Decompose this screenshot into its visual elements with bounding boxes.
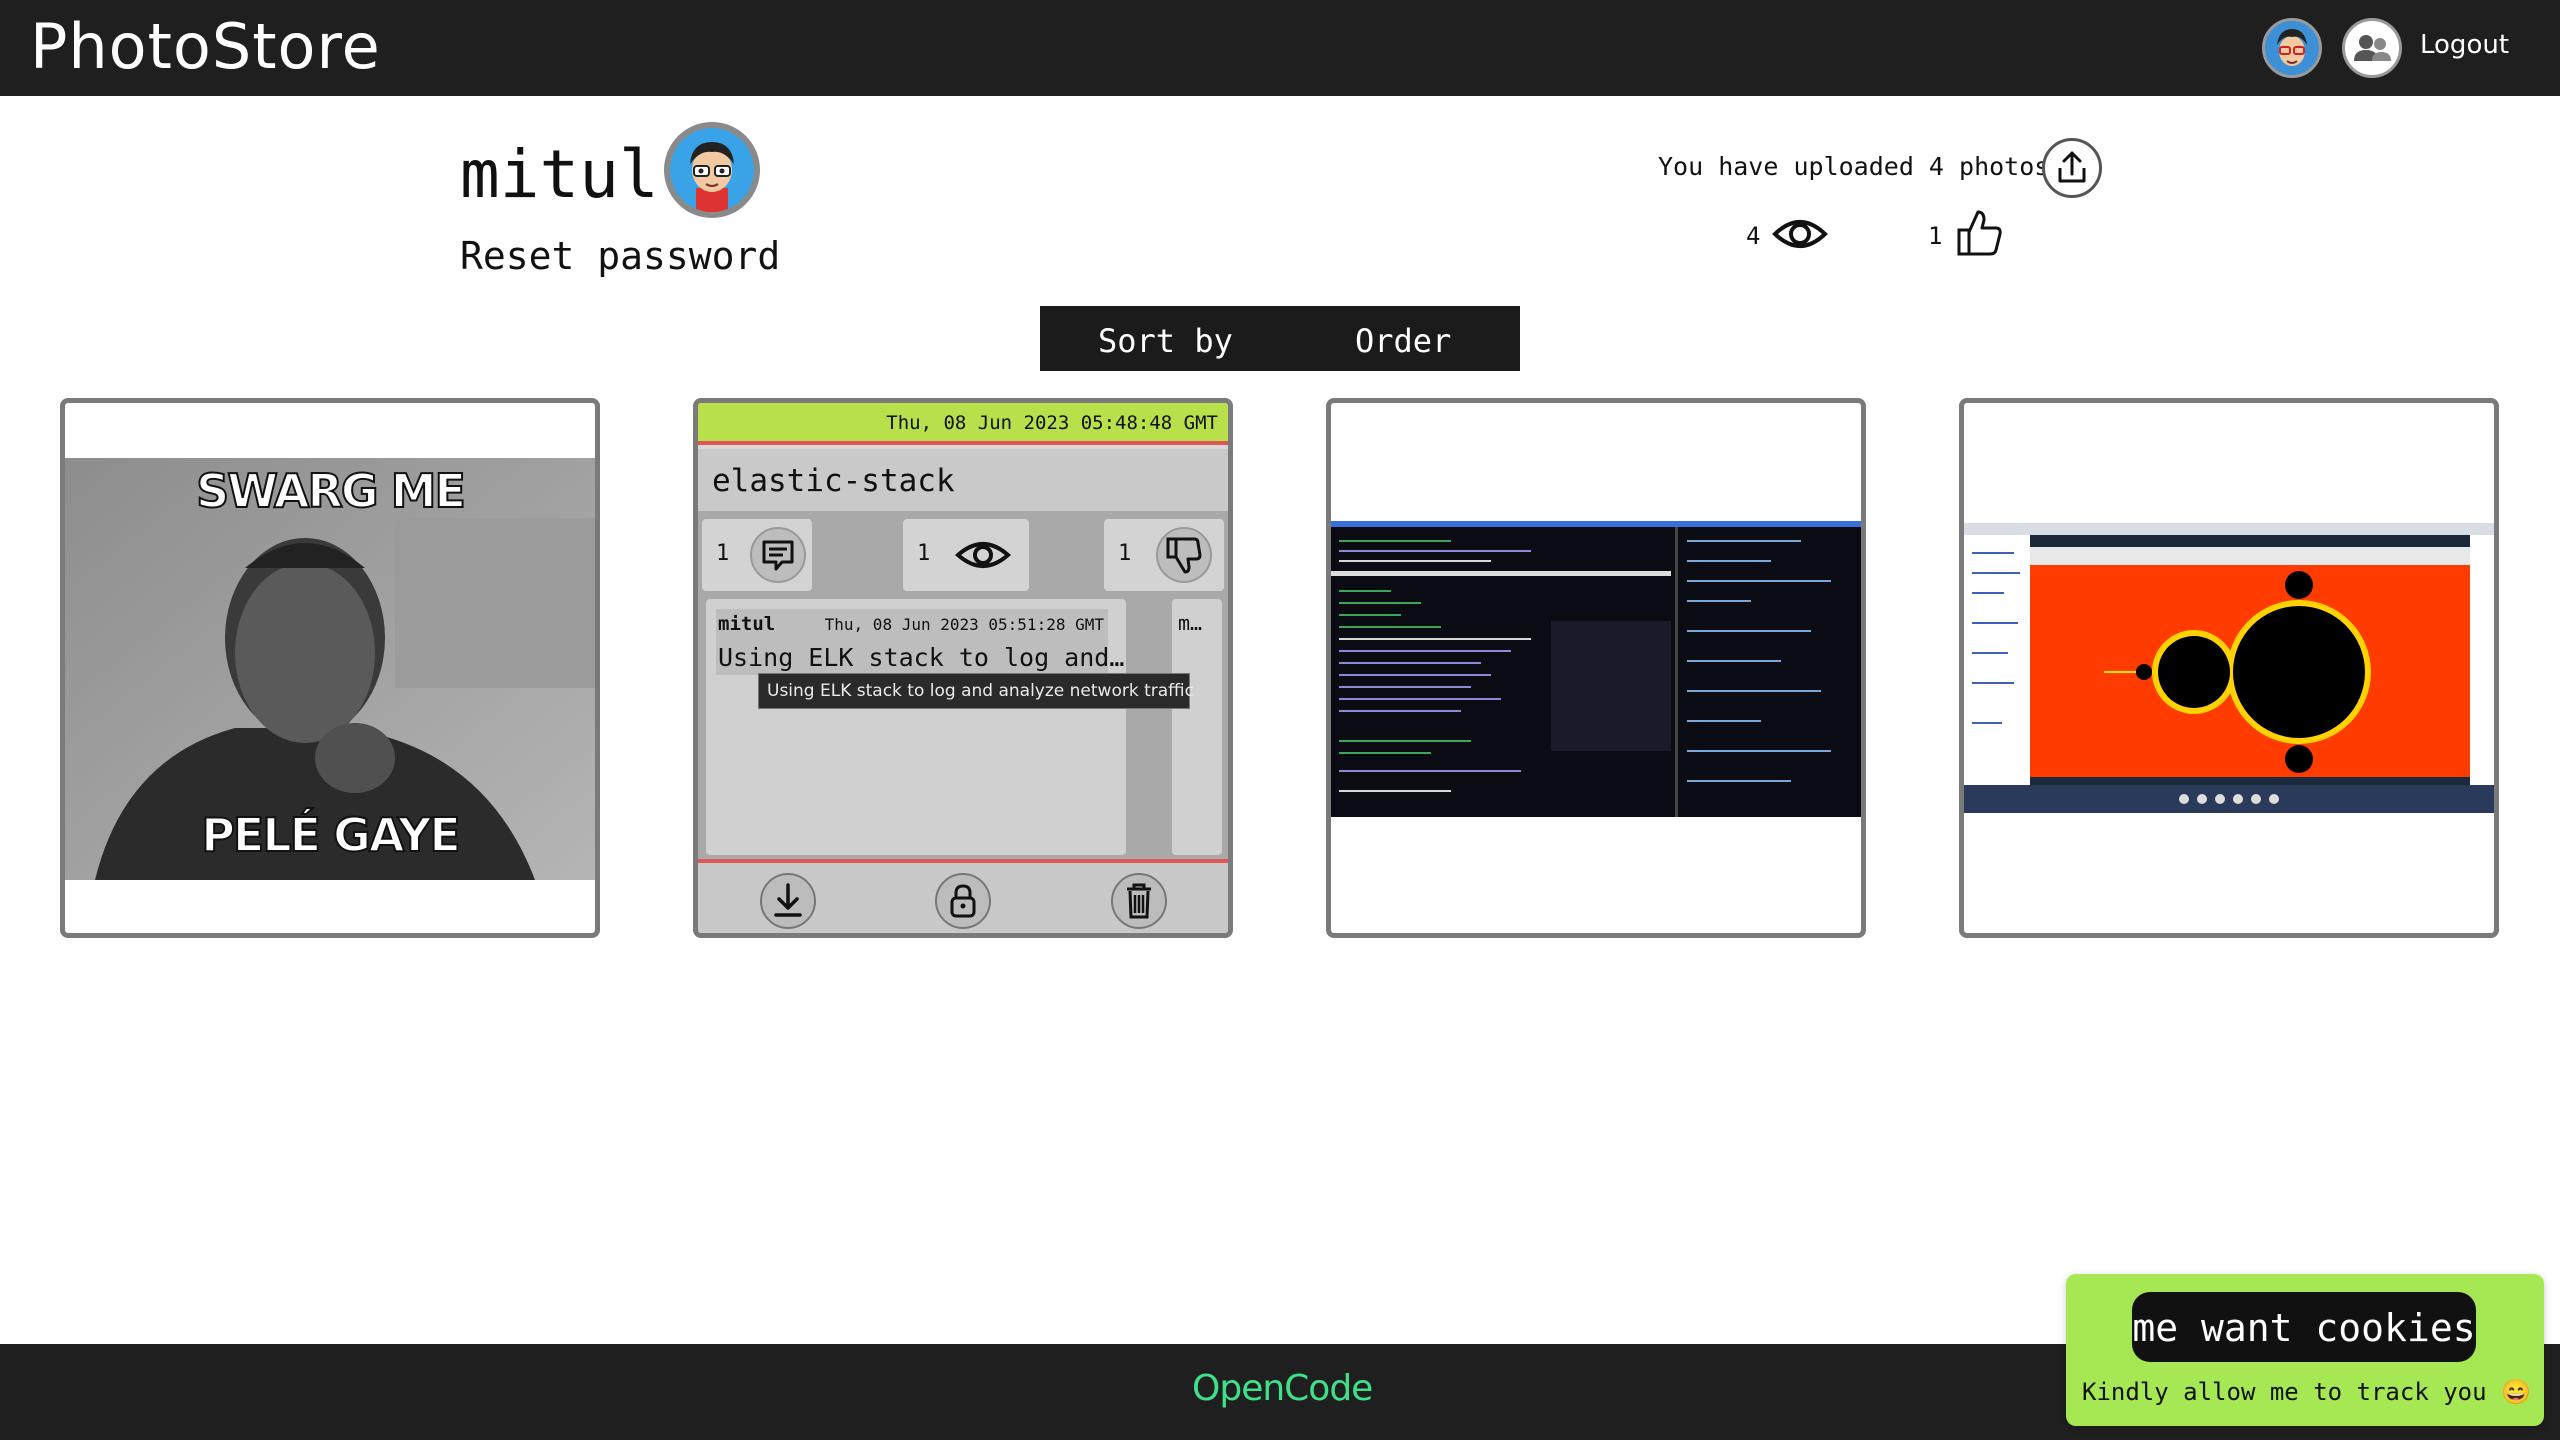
sort-by-button[interactable]: Sort by — [1098, 322, 1233, 360]
meme-caption-top: SWARG ME — [195, 463, 467, 519]
cookie-consent-popup: me want cookies Kindly allow me to track… — [2066, 1274, 2544, 1426]
order-button[interactable]: Order — [1355, 322, 1451, 360]
mandelbrot-screenshot — [1964, 523, 2494, 813]
terminal-screenshot — [1331, 521, 1861, 817]
brand-logo[interactable]: PhotoStore — [30, 10, 381, 83]
lock-button[interactable] — [935, 873, 991, 929]
comments-panel: mitul Thu, 08 Jun 2023 05:51:28 GMT Usin… — [706, 599, 1126, 855]
photo-title-bar: elastic-stack — [698, 449, 1228, 511]
photo-title: elastic-stack — [712, 463, 955, 499]
upload-button[interactable] — [2042, 138, 2102, 198]
photo-card-active[interactable]: Thu, 08 Jun 2023 05:48:48 GMT elastic-st… — [693, 398, 1233, 938]
total-likes-count: 1 — [1928, 222, 1943, 250]
photo-card[interactable] — [1959, 398, 2499, 938]
comments-stat[interactable]: 1 — [702, 519, 812, 591]
avatar-icon — [670, 128, 754, 212]
reset-password-link[interactable]: Reset password — [460, 234, 780, 278]
logout-button[interactable]: Logout — [2420, 30, 2509, 60]
dislike-button[interactable] — [1156, 527, 1212, 583]
username: mitul — [460, 136, 659, 213]
cookie-message: Kindly allow me to track you 😄 — [2082, 1378, 2531, 1406]
comment-icon — [762, 540, 794, 571]
photo-thumbnail[interactable]: SWARG ME PELÉ GAYE — [65, 458, 595, 880]
download-icon — [774, 883, 802, 917]
upload-timestamp: Thu, 08 Jun 2023 05:48:48 GMT — [886, 412, 1218, 434]
thumbs-down-icon — [1166, 537, 1202, 574]
avatar-icon — [2265, 21, 2319, 75]
lock-icon — [950, 884, 976, 918]
photo-overlay: Thu, 08 Jun 2023 05:48:48 GMT elastic-st… — [698, 403, 1228, 933]
photo-card[interactable]: SWARG ME PELÉ GAYE — [60, 398, 600, 938]
total-views-count: 4 — [1746, 222, 1761, 250]
tooltip-text: Using ELK stack to log and analyze netwo… — [767, 681, 1194, 701]
comment-time: Thu, 08 Jun 2023 05:51:28 GMT — [824, 615, 1104, 634]
comment-tooltip: Using ELK stack to log and analyze netwo… — [758, 673, 1194, 709]
comment-button[interactable] — [750, 527, 806, 583]
dislikes-stat[interactable]: 1 — [1104, 519, 1224, 591]
trash-icon — [1127, 883, 1151, 919]
thumbs-up-icon — [1957, 210, 2002, 256]
meme-caption-bottom: PELÉ GAYE — [200, 807, 462, 863]
views-count: 1 — [917, 541, 931, 566]
photo-thumbnail[interactable] — [1964, 523, 2494, 813]
comment-user: mitul — [718, 613, 776, 635]
side-panel: m… — [1172, 599, 1222, 855]
photo-card[interactable] — [1326, 398, 1866, 938]
dislikes-count: 1 — [1118, 541, 1132, 566]
download-button[interactable] — [760, 873, 816, 929]
photo-action-bar — [698, 859, 1228, 933]
footer-logo[interactable]: OpenCode — [1192, 1368, 1373, 1409]
people-icon — [2354, 35, 2391, 61]
profile-avatar[interactable] — [664, 122, 760, 218]
accept-cookies-label: me want cookies — [2132, 1306, 2476, 1350]
comments-count: 1 — [716, 541, 730, 566]
comment-item[interactable]: mitul Thu, 08 Jun 2023 05:51:28 GMT Usin… — [716, 609, 1124, 675]
accept-cookies-button[interactable]: me want cookies — [2132, 1292, 2476, 1362]
upload-icon — [2058, 151, 2086, 183]
photo-thumbnail[interactable] — [1331, 521, 1861, 817]
user-avatar-button[interactable] — [2262, 18, 2322, 78]
eye-icon — [1772, 220, 1828, 248]
views-stat: 1 — [903, 519, 1029, 591]
comment-text: Using ELK stack to log and… — [718, 643, 1125, 672]
upload-timestamp-bar: Thu, 08 Jun 2023 05:48:48 GMT — [698, 403, 1228, 445]
eye-icon — [954, 542, 1012, 568]
upload-count-text: You have uploaded 4 photos — [1658, 152, 2050, 181]
delete-button[interactable] — [1111, 873, 1167, 929]
eye-icon-wrap — [954, 535, 1012, 579]
top-navbar: PhotoStore Logout — [0, 0, 2560, 96]
users-button[interactable] — [2342, 18, 2402, 78]
side-panel-text: m… — [1178, 611, 1203, 635]
sort-bar: Sort by Order — [1040, 306, 1520, 371]
